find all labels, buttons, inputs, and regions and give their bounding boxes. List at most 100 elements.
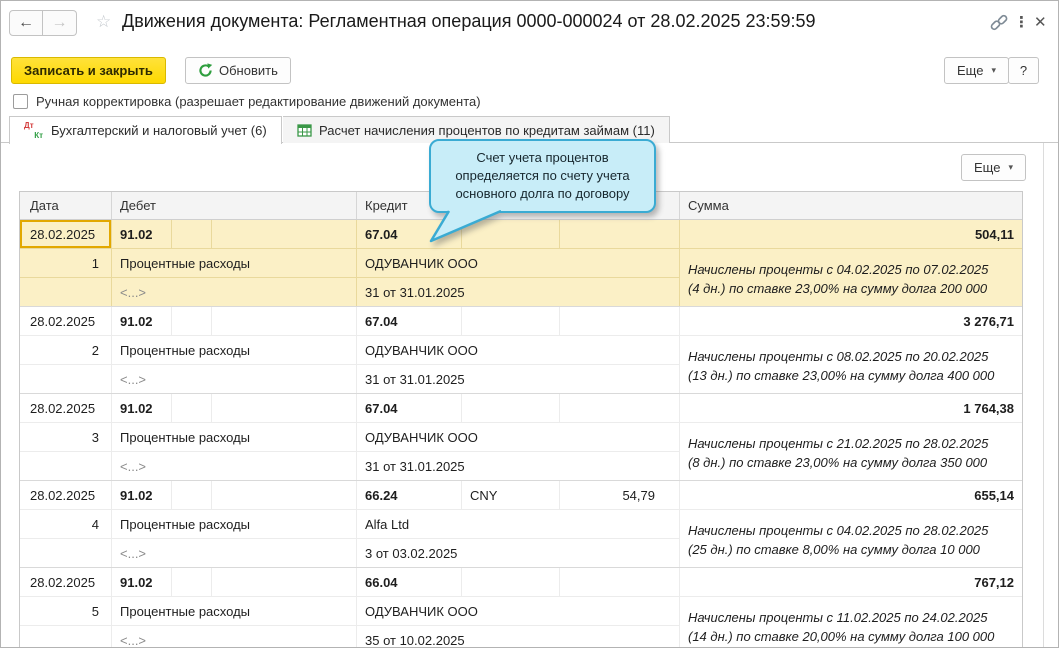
cell-credit-currency-amount[interactable]: [560, 307, 680, 336]
cell-debit-account[interactable]: 91.02: [112, 220, 172, 249]
cell-sum[interactable]: 1 764,38: [680, 394, 1022, 423]
cell-credit-subconto2[interactable]: 31 от 31.01.2025: [357, 365, 680, 393]
help-button[interactable]: ?: [1008, 57, 1039, 84]
close-icon[interactable]: ✕: [1034, 13, 1047, 31]
cell-debit-currency[interactable]: [172, 307, 212, 336]
chevron-down-icon: ▾: [991, 65, 996, 75]
table-row[interactable]: 28.02.2025 91.02 66.24 CNY 54,79 655,14 …: [20, 481, 1022, 568]
cell-debit-subconto2[interactable]: <...>: [112, 365, 357, 393]
cell-credit-subconto2[interactable]: 31 от 31.01.2025: [357, 452, 680, 480]
cell-credit-currency[interactable]: [462, 568, 560, 597]
cell-debit-subconto1[interactable]: Процентные расходы: [112, 423, 357, 452]
cell-row-number[interactable]: 4: [20, 510, 112, 539]
cell-sum[interactable]: 3 276,71: [680, 307, 1022, 336]
header-debit: Дебет: [112, 192, 357, 219]
cell-debit-account[interactable]: 91.02: [112, 481, 172, 510]
cell-debit-subconto2[interactable]: <...>: [112, 278, 357, 306]
cell-debit-currency-amount[interactable]: [212, 568, 357, 597]
cell-credit-account[interactable]: 67.04: [357, 394, 462, 423]
favorite-star-icon[interactable]: ☆: [96, 12, 111, 32]
cell-debit-subconto2[interactable]: <...>: [112, 452, 357, 480]
cell-credit-subconto1[interactable]: ОДУВАНЧИК ООО: [357, 249, 680, 278]
cell-debit-account[interactable]: 91.02: [112, 394, 172, 423]
refresh-button[interactable]: Обновить: [185, 57, 291, 84]
cell-debit-currency[interactable]: [172, 568, 212, 597]
back-button[interactable]: ←: [9, 10, 43, 36]
tab-accounting-tax[interactable]: Дт Кт Бухгалтерский и налоговый учет (6): [9, 116, 282, 144]
cell-date-empty[interactable]: [20, 278, 112, 306]
save-and-close-button[interactable]: Записать и закрыть: [11, 57, 166, 84]
refresh-icon: [198, 63, 213, 78]
cell-sum[interactable]: 767,12: [680, 568, 1022, 597]
cell-row-number[interactable]: 1: [20, 249, 112, 278]
manual-adjustment-checkbox[interactable]: Ручная корректировка (разрешает редактир…: [13, 94, 481, 109]
table-row[interactable]: 28.02.2025 91.02 67.04 504,11 1 Процентн…: [20, 220, 1022, 307]
form-more-button[interactable]: Еще ▾: [944, 57, 1009, 84]
cell-credit-account[interactable]: 66.04: [357, 568, 462, 597]
cell-debit-subconto1[interactable]: Процентные расходы: [112, 510, 357, 539]
cell-credit-currency-amount[interactable]: [560, 394, 680, 423]
cell-sum[interactable]: 655,14: [680, 481, 1022, 510]
cell-credit-currency-amount[interactable]: [560, 220, 680, 249]
table-row[interactable]: 28.02.2025 91.02 67.04 1 764,38 3 Процен…: [20, 394, 1022, 481]
checkbox-box[interactable]: [13, 94, 28, 109]
forward-button[interactable]: →: [43, 10, 77, 36]
cell-date-empty[interactable]: [20, 539, 112, 567]
table-more-button[interactable]: Еще ▾: [961, 154, 1026, 181]
cell-date-empty[interactable]: [20, 626, 112, 647]
cell-date[interactable]: 28.02.2025: [20, 568, 112, 597]
cell-credit-currency-amount[interactable]: 54,79: [560, 481, 680, 510]
cell-debit-currency-amount[interactable]: [212, 307, 357, 336]
debit-credit-icon: Дт Кт: [24, 121, 43, 140]
cell-debit-subconto1[interactable]: Процентные расходы: [112, 249, 357, 278]
cell-comment[interactable]: Начислены проценты с 04.02.2025 по 28.02…: [680, 510, 1022, 567]
cell-comment[interactable]: Начислены проценты с 04.02.2025 по 07.02…: [680, 249, 1022, 306]
cell-debit-subconto1[interactable]: Процентные расходы: [112, 597, 357, 626]
cell-credit-currency[interactable]: [462, 307, 560, 336]
tab-label: Бухгалтерский и налоговый учет (6): [51, 123, 267, 138]
cell-credit-subconto2[interactable]: 31 от 31.01.2025: [357, 278, 680, 306]
cell-credit-subconto1[interactable]: Alfa Ltd: [357, 510, 680, 539]
cell-date-empty[interactable]: [20, 365, 112, 393]
cell-credit-account[interactable]: 67.04: [357, 307, 462, 336]
cell-debit-subconto1[interactable]: Процентные расходы: [112, 336, 357, 365]
cell-debit-currency[interactable]: [172, 220, 212, 249]
table-row[interactable]: 28.02.2025 91.02 67.04 3 276,71 2 Процен…: [20, 307, 1022, 394]
cell-credit-subconto1[interactable]: ОДУВАНЧИК ООО: [357, 423, 680, 452]
cell-credit-subconto2[interactable]: 3 от 03.02.2025: [357, 539, 680, 567]
cell-debit-currency-amount[interactable]: [212, 394, 357, 423]
cell-credit-currency[interactable]: [462, 394, 560, 423]
cell-debit-currency[interactable]: [172, 394, 212, 423]
cell-date[interactable]: 28.02.2025: [20, 394, 112, 423]
nav-buttons: ← →: [9, 10, 77, 36]
table-row[interactable]: 28.02.2025 91.02 66.04 767,12 5 Процентн…: [20, 568, 1022, 647]
cell-row-number[interactable]: 5: [20, 597, 112, 626]
cell-debit-subconto2[interactable]: <...>: [112, 626, 357, 647]
link-icon[interactable]: [989, 13, 1009, 33]
cell-debit-currency-amount[interactable]: [212, 220, 357, 249]
cell-credit-currency[interactable]: CNY: [462, 481, 560, 510]
menu-kebab-icon[interactable]: ⋮: [1014, 13, 1029, 31]
cell-credit-subconto2[interactable]: 35 от 10.02.2025: [357, 626, 680, 647]
cell-debit-currency-amount[interactable]: [212, 481, 357, 510]
cell-credit-subconto1[interactable]: ОДУВАНЧИК ООО: [357, 336, 680, 365]
cell-row-number[interactable]: 2: [20, 336, 112, 365]
cell-date-empty[interactable]: [20, 452, 112, 480]
cell-sum[interactable]: 504,11: [680, 220, 1022, 249]
cell-comment[interactable]: Начислены проценты с 11.02.2025 по 24.02…: [680, 597, 1022, 647]
cell-debit-subconto2[interactable]: <...>: [112, 539, 357, 567]
cell-credit-subconto1[interactable]: ОДУВАНЧИК ООО: [357, 597, 680, 626]
cell-comment[interactable]: Начислены проценты с 21.02.2025 по 28.02…: [680, 423, 1022, 480]
cell-credit-currency-amount[interactable]: [560, 568, 680, 597]
refresh-label: Обновить: [219, 63, 278, 78]
cell-date[interactable]: 28.02.2025: [20, 307, 112, 336]
cell-comment[interactable]: Начислены проценты с 08.02.2025 по 20.02…: [680, 336, 1022, 393]
cell-credit-account[interactable]: 66.24: [357, 481, 462, 510]
cell-debit-account[interactable]: 91.02: [112, 568, 172, 597]
cell-row-number[interactable]: 3: [20, 423, 112, 452]
cell-debit-account[interactable]: 91.02: [112, 307, 172, 336]
cell-date[interactable]: 28.02.2025: [20, 220, 112, 249]
tab-label: Расчет начисления процентов по кредитам …: [319, 122, 655, 138]
cell-date[interactable]: 28.02.2025: [20, 481, 112, 510]
cell-debit-currency[interactable]: [172, 481, 212, 510]
